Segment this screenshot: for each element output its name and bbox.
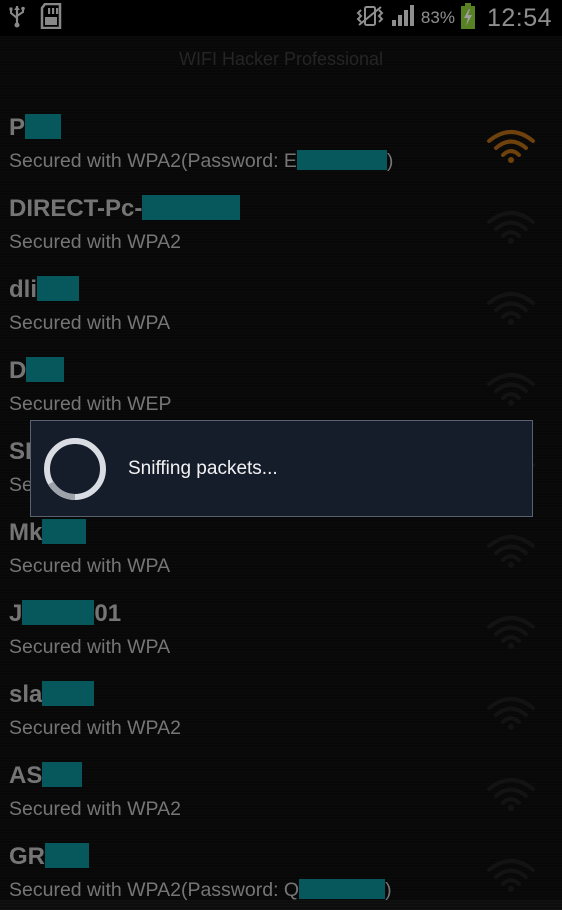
progress-dialog: Sniffing packets... [30, 420, 533, 517]
progress-spinner-icon [41, 435, 109, 503]
dialog-message: Sniffing packets... [128, 458, 278, 479]
